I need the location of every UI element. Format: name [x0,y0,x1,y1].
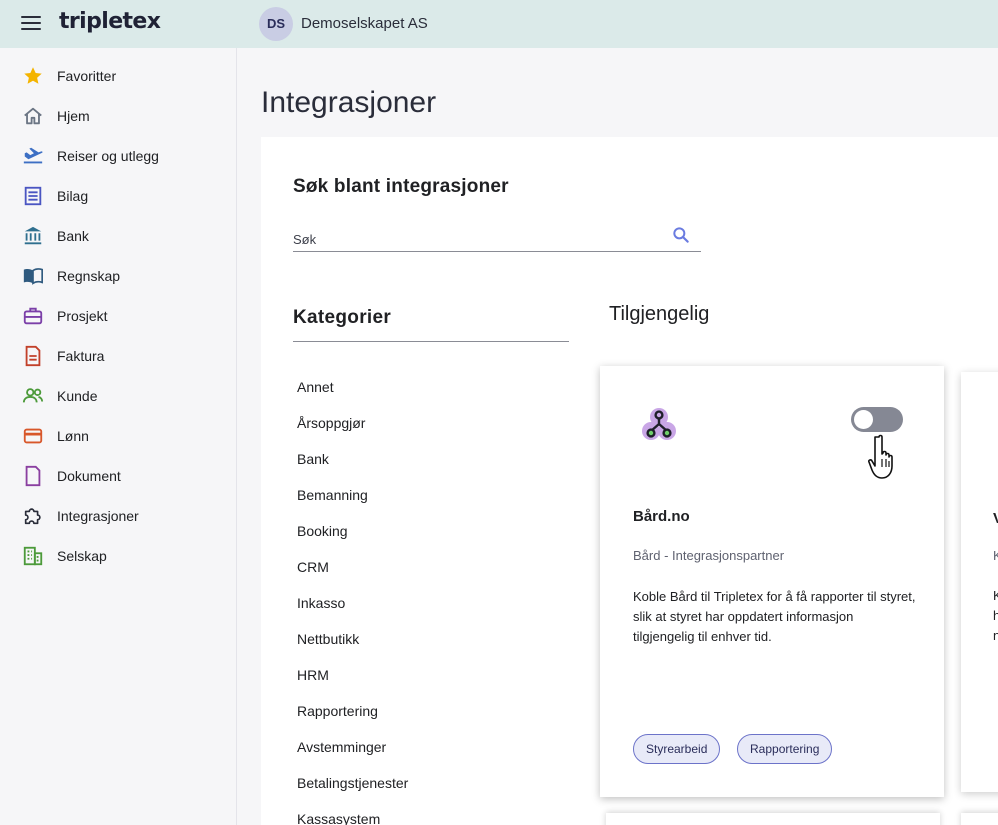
integration-partner: K [993,548,998,563]
wallet-icon [23,428,43,444]
category-item[interactable]: Annet [297,379,334,395]
home-icon [24,107,42,125]
sidebar-item-label: Reiser og utlegg [57,148,159,164]
available-title: Tilgjengelig [609,303,710,325]
integration-description: h [993,608,998,623]
document-icon [25,465,41,487]
integration-toggle[interactable] [851,407,903,432]
company-name[interactable]: Demoselskapet AS [301,15,428,32]
category-item[interactable]: Avstemminger [297,739,386,755]
category-item[interactable]: Betalingstjenester [297,775,408,791]
integration-card-next[interactable] [961,813,998,825]
sidebar-item-label: Hjem [57,108,90,124]
integration-card-next[interactable] [606,813,940,825]
category-item[interactable]: Kassasystem [297,811,380,825]
integration-description: Koble Bård til Tripletex for å få rappor… [633,589,916,644]
building-icon [23,546,43,566]
page-title: Integrasjoner [261,86,437,119]
tripletex-logo[interactable]: tripletex [59,9,161,34]
sidebar-item-prosjekt[interactable]: Prosjekt [0,296,236,336]
integration-card-partial[interactable]: V K K h n [961,372,998,792]
sidebar-item-hjem[interactable]: Hjem [0,96,236,136]
search-icon[interactable] [671,225,691,245]
categories-divider [293,341,569,342]
category-item[interactable]: Bank [297,451,329,467]
sidebar-item-selskap[interactable]: Selskap [0,536,236,576]
sidebar-item-lonn[interactable]: Lønn [0,416,236,456]
category-item[interactable]: Booking [297,523,348,539]
integration-description: n [993,628,998,643]
sidebar-item-label: Selskap [57,548,107,564]
sidebar-item-kunde[interactable]: Kunde [0,376,236,416]
search-input[interactable] [293,222,663,250]
category-item[interactable]: Nettbutikk [297,631,359,647]
toggle-knob [854,410,873,429]
briefcase-icon [23,307,43,325]
category-item[interactable]: CRM [297,559,329,575]
categories-title: Kategorier [293,307,392,328]
search-section-title: Søk blant integrasjoner [293,176,509,197]
category-item[interactable]: Rapportering [297,703,378,719]
sidebar-item-reiser[interactable]: Reiser og utlegg [0,136,236,176]
book-icon [23,268,43,285]
sidebar-item-label: Lønn [57,428,89,444]
integration-description: K [993,588,998,603]
bank-icon [24,226,42,245]
integration-title: Bård.no [633,508,690,525]
integration-card-bard[interactable]: Bård.no Bård - Integrasjonspartner Koble… [600,366,944,797]
receipt-icon [24,186,42,206]
top-bar: tripletex DS Demoselskapet AS [0,0,998,48]
sidebar-item-faktura[interactable]: Faktura [0,336,236,376]
sidebar-item-label: Kunde [57,388,98,404]
search-field [293,222,701,252]
sidebar-item-label: Prosjekt [57,308,108,324]
tag-rapportering[interactable]: Rapportering [737,734,833,764]
sidebar-item-label: Bilag [57,188,89,204]
sidebar-item-integrasjoner[interactable]: Integrasjoner [0,496,236,536]
sidebar-item-bilag[interactable]: Bilag [0,176,236,216]
category-item[interactable]: Inkasso [297,595,345,611]
tag-styrearbeid[interactable]: Styrearbeid [633,734,721,764]
category-item[interactable]: Årsoppgjør [297,415,365,431]
main-content: Integrasjoner Søk blant integrasjoner Ka… [237,48,998,825]
sidebar-item-label: Faktura [57,348,105,364]
integration-partner: Bård - Integrasjonspartner [633,548,785,563]
sidebar-item-label: Bank [57,228,89,244]
plane-icon [23,147,43,164]
integration-title: V [993,510,998,527]
category-item[interactable]: Bemanning [297,487,368,503]
sidebar-item-dokument[interactable]: Dokument [0,456,236,496]
category-item[interactable]: HRM [297,667,329,683]
integrations-panel: Søk blant integrasjoner Kategorier Annet… [261,137,998,825]
people-icon [22,388,44,403]
bard-logo-icon [642,408,676,440]
invoice-icon [25,345,41,367]
menu-icon[interactable] [21,16,41,32]
star-icon [24,67,42,84]
company-avatar[interactable]: DS [259,7,293,41]
sidebar-item-label: Dokument [57,468,121,484]
sidebar-item-regnskap[interactable]: Regnskap [0,256,236,296]
hand-cursor-icon [868,434,893,479]
sidebar: Favoritter Hjem Reiser og utlegg Bilag B… [0,48,237,825]
puzzle-icon [24,508,41,525]
sidebar-item-label: Favoritter [57,68,117,84]
sidebar-item-favoritter[interactable]: Favoritter [0,56,236,96]
sidebar-item-bank[interactable]: Bank [0,216,236,256]
sidebar-item-label: Regnskap [57,268,121,284]
sidebar-item-label: Integrasjoner [57,508,139,524]
